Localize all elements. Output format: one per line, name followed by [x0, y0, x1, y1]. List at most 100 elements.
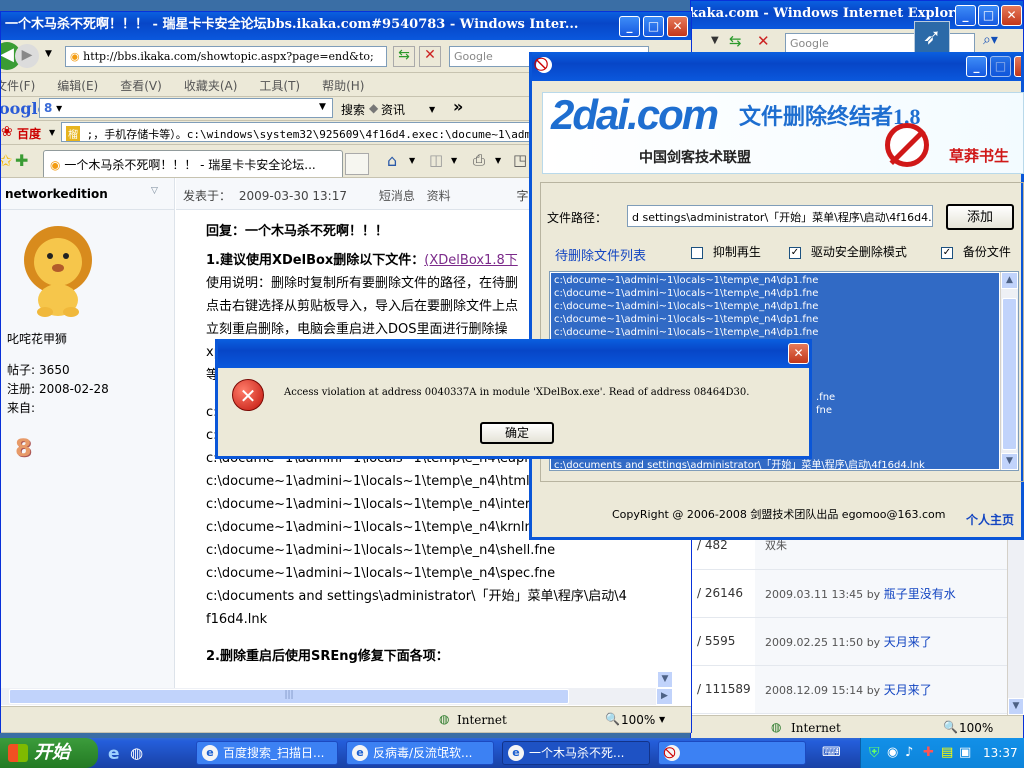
close-button[interactable]: ✕: [788, 343, 809, 364]
refresh-icon[interactable]: ⇆: [393, 46, 415, 67]
favorites-star-icon[interactable]: ✩: [1, 151, 12, 170]
scroll-thumb[interactable]: [1002, 298, 1017, 450]
refresh-icon[interactable]: ⇆: [729, 32, 742, 50]
antivirus-icon[interactable]: ✚: [923, 745, 934, 760]
xdelbox-link[interactable]: (XDelBox1.8下: [424, 253, 517, 268]
homepage-link[interactable]: 个人主页: [966, 511, 1014, 528]
start-button[interactable]: 开始: [0, 738, 98, 768]
file-list-scrollbar[interactable]: ▲ ▼: [1000, 272, 1018, 470]
tray-app-icon[interactable]: ▤: [941, 745, 953, 760]
google-dropdown-icon[interactable]: ▼: [319, 102, 326, 112]
rss-icon[interactable]: ◫: [429, 151, 443, 169]
menu-item[interactable]: 编辑(E): [57, 79, 98, 93]
driver-checkbox[interactable]: ✓ 驱动安全删除模式: [789, 243, 907, 260]
task-button-topic[interactable]: e 一个木马杀不死...: [502, 741, 650, 765]
error-dialog-titlebar[interactable]: ✕: [218, 339, 809, 368]
baidu-label[interactable]: 百度: [17, 125, 41, 142]
stop-icon[interactable]: ✕: [419, 46, 441, 67]
close-button[interactable]: ✕: [1014, 56, 1021, 77]
scroll-down-button[interactable]: ▼: [1008, 698, 1024, 715]
home-icon[interactable]: ⌂: [387, 151, 397, 170]
maximize-button[interactable]: □: [990, 56, 1011, 77]
dropdown-arrow-icon[interactable]: ▼: [49, 128, 55, 137]
background-browser-titlebar[interactable]: 反病毒/反流氓软件论坛 - 瑞星卡卡安全论坛bbs.ikaka.com - Wi…: [691, 1, 1023, 29]
dropdown-arrow-icon[interactable]: ▼: [711, 35, 719, 46]
dropdown-arrow-icon[interactable]: ▼: [451, 156, 457, 165]
task-button-xdelbox[interactable]: ⃠: [658, 741, 806, 765]
tray-app2-icon[interactable]: ▣: [959, 745, 971, 760]
app-tray-icon[interactable]: ➶: [914, 21, 950, 55]
checkbox[interactable]: ✓: [941, 246, 953, 259]
menu-item[interactable]: 工具(T): [259, 79, 300, 93]
dropdown-arrow-icon[interactable]: ▼: [429, 105, 435, 114]
app-quicklaunch-icon[interactable]: ◍: [130, 744, 143, 762]
profile-link[interactable]: 资料: [427, 189, 451, 203]
ok-button[interactable]: 确定: [480, 422, 554, 444]
checkbox[interactable]: [691, 246, 703, 259]
add-button[interactable]: 添加: [946, 204, 1014, 230]
dropdown-arrow-icon[interactable]: ▼: [495, 156, 501, 165]
address-input[interactable]: ◉ http://bbs.ikaka.com/showtopic.aspx?pa…: [65, 46, 387, 67]
info-button[interactable]: 资讯: [381, 101, 405, 118]
file-list-item[interactable]: c:\docume~1\admini~1\locals~1\temp\e_n4\…: [554, 326, 818, 339]
chevron-down-icon[interactable]: ▽: [151, 186, 158, 196]
new-tab-button[interactable]: [345, 153, 369, 175]
minimize-button[interactable]: _: [619, 16, 640, 37]
print-icon[interactable]: ⎙: [473, 151, 485, 169]
backup-checkbox[interactable]: ✓ 备份文件: [941, 243, 1011, 260]
file-list-item[interactable]: c:\docume~1\admini~1\locals~1\temp\e_n4\…: [554, 287, 818, 300]
minimize-button[interactable]: _: [966, 56, 987, 77]
file-list-item[interactable]: c:\docume~1\admini~1\locals~1\temp\e_n4\…: [554, 274, 818, 287]
last-post-user[interactable]: 瓶子里没有水: [884, 587, 956, 601]
ie-horizontal-scrollbar[interactable]: ||| ▶: [1, 688, 673, 705]
horizontal-scroll-thumb[interactable]: |||: [9, 689, 569, 704]
menu-item[interactable]: 收藏夹(A): [184, 79, 238, 93]
dropdown-arrow-icon[interactable]: ▼: [45, 49, 52, 59]
forward-icon[interactable]: ▶: [15, 44, 39, 68]
path-input[interactable]: d settings\administrator\「开始」菜单\程序\启动\4f…: [627, 205, 933, 227]
menu-item[interactable]: 文件(F): [1, 79, 35, 93]
dropdown-arrow-icon[interactable]: ▼: [659, 715, 665, 724]
scroll-down-button[interactable]: ▼: [1001, 453, 1018, 470]
task-button-forum[interactable]: e 反病毒/反流氓软...: [346, 741, 494, 765]
last-post-user[interactable]: 天月来了: [884, 683, 932, 697]
search-icon[interactable]: ⌕▾: [983, 32, 998, 48]
task-button-baidu[interactable]: e 百度搜索_扫描日...: [196, 741, 338, 765]
message-link[interactable]: 短消息: [379, 189, 415, 203]
ie-quicklaunch-icon[interactable]: e: [108, 744, 120, 764]
stop-icon[interactable]: ✕: [757, 32, 770, 50]
toolbar-more[interactable]: »: [453, 97, 463, 116]
baidu-search-input[interactable]: 榴 ;，手机存储卡等）。c:\windows\system32\925609\4…: [61, 122, 531, 142]
file-list-item[interactable]: c:\docume~1\admini~1\locals~1\temp\e_n4\…: [554, 313, 818, 326]
menu-item[interactable]: 查看(V): [120, 79, 162, 93]
shield-icon[interactable]: ⛨: [869, 745, 880, 761]
keyboard-icon[interactable]: ⌨: [822, 745, 841, 760]
tab-current[interactable]: ◉ 一个木马杀不死啊！！！ - 瑞星卡卡安全论坛...: [43, 150, 343, 177]
close-button[interactable]: ✕: [667, 16, 688, 37]
close-button[interactable]: ✕: [1001, 5, 1022, 26]
ie-vertical-scrollbar[interactable]: ▼: [657, 568, 673, 688]
minimize-button[interactable]: _: [955, 5, 976, 26]
zoom-level[interactable]: 100%: [959, 721, 993, 735]
ie-titlebar[interactable]: 一个木马杀不死啊！！！ - 瑞星卡卡安全论坛bbs.ikaka.com#9540…: [1, 12, 691, 40]
page-menu-icon[interactable]: ◳: [513, 151, 527, 169]
zoom-level[interactable]: 100%: [621, 713, 655, 727]
menu-item[interactable]: 帮助(H): [322, 79, 364, 93]
regen-checkbox[interactable]: 抑制再生: [691, 243, 761, 260]
checkbox[interactable]: ✓: [789, 246, 801, 259]
google-search-input[interactable]: 8 ▾: [39, 98, 333, 118]
speaker-icon[interactable]: ♪: [905, 745, 913, 760]
dropdown-arrow-icon[interactable]: ▼: [409, 156, 415, 165]
google-search-button[interactable]: 搜索: [341, 101, 365, 118]
file-list-item[interactable]: c:\docume~1\admini~1\locals~1\temp\e_n4\…: [554, 300, 818, 313]
network-icon[interactable]: ◉: [887, 745, 898, 760]
maximize-button[interactable]: □: [978, 5, 999, 26]
add-favorite-icon[interactable]: ✚: [15, 151, 28, 170]
scroll-right-button[interactable]: ▶: [656, 688, 673, 705]
zoom-icon[interactable]: 🔍: [605, 712, 620, 726]
last-post-user[interactable]: 天月来了: [884, 635, 932, 649]
author-name[interactable]: networkedition: [5, 187, 108, 201]
maximize-button[interactable]: □: [643, 16, 664, 37]
xdelbox-titlebar[interactable]: ⃠ _ □ ✕: [532, 52, 1021, 81]
scroll-down-button[interactable]: ▼: [657, 671, 673, 688]
